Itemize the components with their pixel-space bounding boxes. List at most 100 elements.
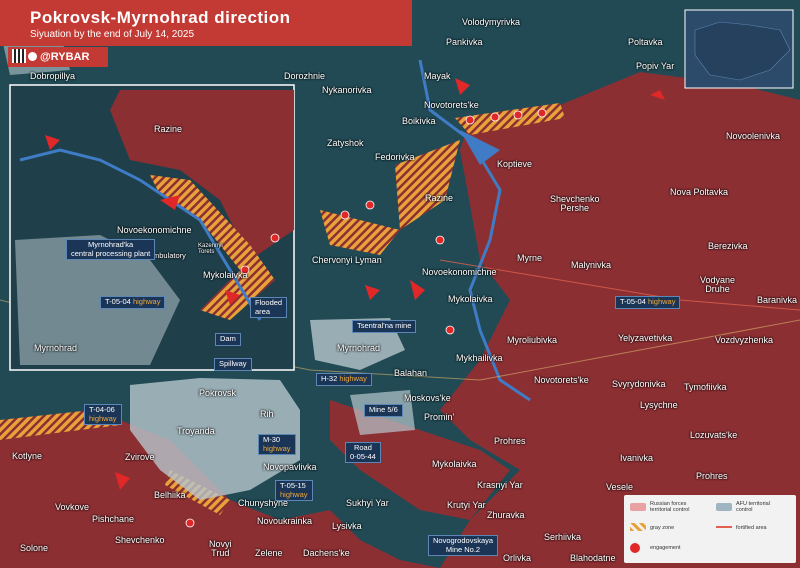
town-nykanorivka: Nykanorivka <box>322 85 372 95</box>
town-troyanda: Troyanda <box>177 426 215 436</box>
town-serhiivka: Serhiivka <box>544 532 582 542</box>
town-promin: Promin' <box>424 412 455 422</box>
town-ivanivka: Ivanivka <box>620 453 654 463</box>
inset-town-novoekonomichne: Novoekonomichne <box>117 225 192 235</box>
map-canvas[interactable] <box>0 0 800 568</box>
legend-gray-label: gray zone <box>650 525 675 531</box>
town-orlivka: Orlivka <box>503 553 532 563</box>
tag-m30-highway: highway <box>263 443 291 453</box>
town-novoukrainka: Novoukrainka <box>257 516 313 526</box>
town-kotlyne: Kotlyne <box>12 451 43 461</box>
inset-town-myrnohrad: Myrnohrad <box>34 343 78 353</box>
town-zvirove: Zvirove <box>125 452 155 462</box>
town-poltavka: Poltavka <box>628 37 663 47</box>
page-subtitle: Siyuation by the end of July 14, 2025 <box>30 29 195 40</box>
tag-novohrodivska-mine: Novogrodovskaya Mine No.2 <box>428 535 499 557</box>
tag-flooded: Flooded area <box>250 297 288 319</box>
tag-inset-t0504: T-05-04 highway <box>100 296 166 309</box>
town-volodymyrivka: Volodymyrivka <box>462 17 521 27</box>
town-vesele: Vesele <box>606 482 634 492</box>
tag-t0504-highway: highway <box>647 297 676 306</box>
town-prohres: Prohres <box>494 436 526 446</box>
inset-town-mykolaivka: Mykolaivka <box>203 270 248 280</box>
town-tymofiivka: Tymofiivka <box>684 382 727 392</box>
map-legend: Russian forces territorial control AFU t… <box>624 495 796 563</box>
town-novyi-trud: Novyi Trud <box>209 539 232 558</box>
town-myroliubivka: Myroliubivka <box>507 335 558 345</box>
legend-fortified-swatch <box>716 526 732 528</box>
brand-name: @RYBAR <box>40 51 90 63</box>
telegram-icon <box>28 52 37 61</box>
town-prohres-east: Prohres <box>696 471 728 481</box>
town-sukhyi-yar: Sukhyi Yar <box>346 498 389 508</box>
town-pishchane: Pishchane <box>92 514 135 524</box>
town-dachenske: Dachens'ke <box>303 548 350 558</box>
town-baranivka: Baranivka <box>757 295 798 305</box>
tag-h32-highway: highway <box>339 374 367 383</box>
town-berezivka: Berezivka <box>708 241 748 251</box>
town-shevchenko-pershe: Shevchenko Pershe <box>550 194 600 213</box>
tag-t0406: T-04-06 highway <box>84 404 122 426</box>
tag-t0504-road: T-05-04 <box>620 297 646 306</box>
town-pankivka: Pankivka <box>446 37 483 47</box>
legend-fortified-label: fortified area <box>736 525 767 531</box>
legend-engagement-swatch <box>630 543 640 553</box>
town-koptieve: Koptieve <box>497 159 533 169</box>
tag-central-plant: Myrnohrad'ka central processing plant <box>66 239 156 261</box>
town-vovkove: Vovkove <box>55 502 90 512</box>
town-zatyshok: Zatyshok <box>327 138 364 148</box>
tag-t0515: T-05-15 highway <box>275 480 313 502</box>
qr-code-icon <box>12 49 26 63</box>
town-razine: Razine <box>425 193 454 203</box>
town-yelyzavetivka: Yelyzavetivka <box>618 333 673 343</box>
town-popiv-yar: Popiv Yar <box>636 61 675 71</box>
page-title: Pokrovsk-Myrnohrad direction <box>30 8 291 27</box>
town-belhiika: Belhiika <box>154 490 186 500</box>
town-novotoretske-south: Novotorets'ke <box>534 375 589 385</box>
tag-dam: Dam <box>215 333 241 346</box>
tag-t0504: T-05-04 highway <box>615 296 681 309</box>
town-lozuvatske: Lozuvats'ke <box>690 430 738 440</box>
town-mykolaivka-south: Mykolaivka <box>432 459 477 469</box>
inset-town-razine: Razine <box>154 124 183 134</box>
town-krutyi-yar: Krutyi Yar <box>447 500 486 510</box>
town-lysivka: Lysivka <box>332 521 362 531</box>
town-novoekonomichne: Novoekonomichne <box>422 267 497 277</box>
town-malynivka: Malynivka <box>571 260 612 270</box>
town-dorozhnie: Dorozhnie <box>284 71 326 81</box>
tag-h32: H-32 highway <box>316 373 372 386</box>
tag-road-0-05-44: Road 0-05-44 <box>345 442 381 464</box>
legend-afu-swatch <box>716 503 732 511</box>
town-myrne: Myrne <box>517 253 543 263</box>
town-vozdvyzhenka: Vozdvyzhenka <box>715 335 774 345</box>
town-zelene: Zelene <box>255 548 283 558</box>
town-novotoretske-north: Novotorets'ke <box>424 100 479 110</box>
legend-engagement-label: engagement <box>650 545 681 551</box>
inset-river-label: Kazennyi Torets <box>198 243 223 255</box>
tag-mine-5-6: Mine 5/6 <box>364 404 403 417</box>
tag-tsentralna: Tsentral'na mine <box>352 320 417 333</box>
town-pokrovsk: Pokrovsk <box>199 388 237 398</box>
legend-russian-swatch <box>630 503 646 511</box>
town-boikivka: Boikivka <box>402 116 436 126</box>
town-krasnyi-yar: Krasnyi Yar <box>477 480 523 490</box>
legend-afu-label: AFU territorial control <box>736 501 770 513</box>
town-rih: Rih <box>260 409 274 419</box>
town-shevchenko: Shevchenko <box>115 535 165 545</box>
tag-t0515-highway: highway <box>280 489 308 499</box>
town-solone: Solone <box>20 543 49 553</box>
town-mayak: Mayak <box>424 71 451 81</box>
town-blahodatne: Blahodatne <box>570 553 616 563</box>
town-fedorivka: Fedorivka <box>375 152 415 162</box>
tag-spillway: Spillway <box>214 358 252 371</box>
tag-inset-t0504-road: T-05-04 <box>105 297 131 306</box>
tag-h32-road: H-32 <box>321 374 338 383</box>
legend-gray-swatch <box>630 523 646 531</box>
town-myrnohrad: Myrnohrad <box>337 343 381 353</box>
town-vodyane-druhe: Vodyane Druhe <box>700 275 736 294</box>
town-novoolenivka: Novoolenivka <box>726 131 781 141</box>
tag-m30: M-30 highway <box>258 434 296 456</box>
town-lysychne: Lysychne <box>640 400 678 410</box>
town-moskovske: Moskovs'ke <box>404 393 451 403</box>
town-svyrydonivka: Svyrydonivka <box>612 379 666 389</box>
